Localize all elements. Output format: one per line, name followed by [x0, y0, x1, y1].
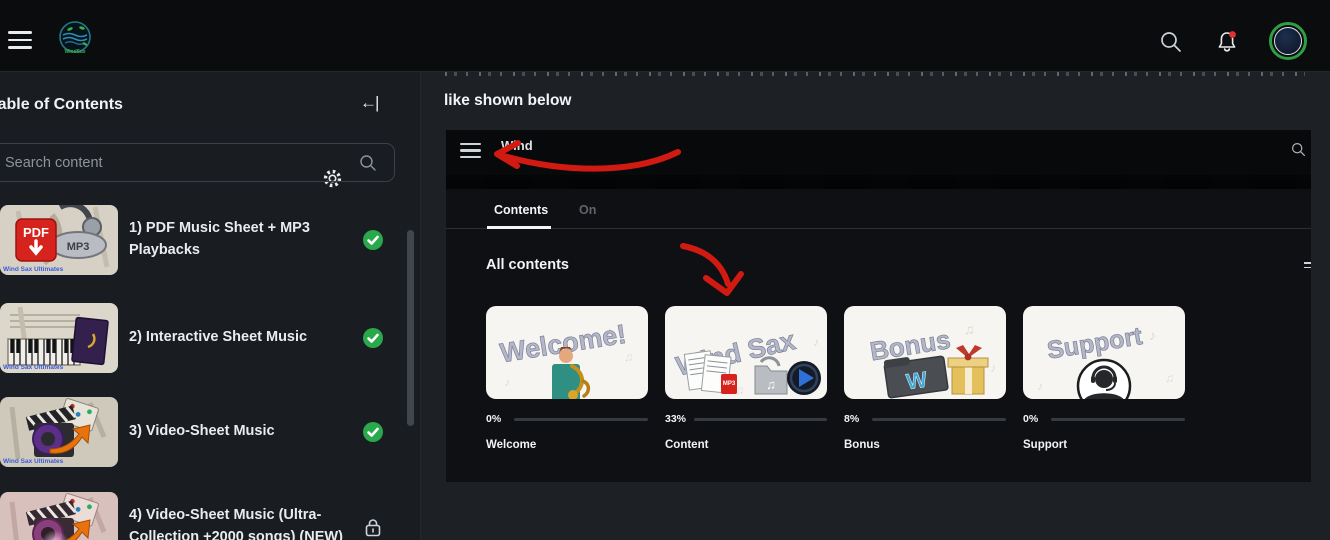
app-logo[interactable]: WindSax [56, 19, 94, 57]
toc-item-label: 2) Interactive Sheet Music [129, 327, 357, 349]
search-input[interactable] [0, 143, 395, 182]
screenshot-search-icon [1291, 142, 1306, 157]
locked-lock-icon [363, 517, 383, 537]
page: WindSax Table of Contents ←| [0, 0, 1330, 540]
clipped-text-line [445, 72, 1305, 76]
svg-text:♪: ♪ [1149, 327, 1156, 343]
svg-text:W: W [905, 367, 929, 395]
toc-item-thumbnail: Wind Sax Ultimates [0, 492, 118, 540]
completed-check-icon [363, 422, 383, 442]
toc-item-label: 3) Video-Sheet Music [129, 421, 357, 443]
toc-item-video-sheet-ultra[interactable]: Wind Sax Ultimates 4) Video-Sheet Music … [0, 492, 395, 540]
svg-text:♫: ♫ [624, 350, 633, 364]
progress-bonus: 8% [844, 413, 1006, 425]
screenshot-menu-icon [460, 143, 481, 158]
progress-percent: 33% [665, 413, 686, 425]
embedded-screenshot: Wind Contents On All contents ♪ ♫ ♪ Welcom… [446, 130, 1311, 482]
menu-icon[interactable] [8, 31, 32, 49]
svg-text:MP3: MP3 [723, 381, 736, 387]
screenshot-card-bonus: ♫♪ Bonus W [844, 306, 1006, 399]
screenshot-navbar: Wind [446, 130, 1311, 175]
screenshot-tab-contents: Contents [494, 203, 548, 217]
progress-track [872, 418, 1006, 421]
card-label-content: Content [665, 439, 708, 451]
lesson-content-area: like shown below Wind Contents On All co… [420, 72, 1330, 540]
svg-text:♫: ♫ [964, 321, 975, 337]
completed-check-icon [363, 230, 383, 250]
progress-welcome: 0% [486, 413, 648, 425]
sidebar-scrollbar[interactable] [407, 230, 414, 426]
progress-support: 0% [1023, 413, 1185, 425]
toc-item-label: 1) PDF Music Sheet + MP3 Playbacks [129, 218, 357, 262]
toc-item-thumbnail: MP3 PDF Wind Sax Ultimates [0, 205, 118, 275]
table-of-contents-panel: Table of Contents ←| MP3 [0, 72, 420, 540]
screenshot-card-welcome: ♪♫♪ Welcome! [486, 306, 648, 399]
progress-content: 33% [665, 413, 827, 425]
svg-text:♫: ♫ [1165, 371, 1174, 385]
screenshot-filter-icon [1304, 262, 1311, 271]
svg-text:Support: Support [1045, 322, 1145, 365]
svg-text:♪: ♪ [813, 335, 819, 349]
top-navbar: WindSax [0, 0, 1330, 72]
notifications-bell-icon[interactable] [1214, 29, 1240, 55]
completed-check-icon [363, 328, 383, 348]
screenshot-section-heading: All contents [486, 257, 569, 273]
screenshot-card-support: ♪ ♫ ♪ Support [1023, 306, 1185, 399]
screenshot-tab-bar: Contents On [446, 189, 1311, 229]
toc-item-thumbnail: Wind Sax Ultimates [0, 303, 118, 373]
screenshot-card-content: ♫♪ Wind Sax MP3 ♫ [665, 306, 827, 399]
progress-percent: 8% [844, 413, 864, 425]
svg-text:Wind Sax Ultimates: Wind Sax Ultimates [3, 458, 64, 465]
progress-track [1051, 418, 1185, 421]
panel-title: Table of Contents [0, 96, 123, 114]
toc-item-label: 4) Video-Sheet Music (Ultra-Collection +… [129, 505, 357, 540]
toc-item-video-sheet[interactable]: Wind Sax Ultimates 3) Video-Sheet Music [0, 397, 395, 467]
screenshot-title: Wind [501, 138, 533, 153]
card-label-welcome: Welcome [486, 439, 536, 451]
card-label-support: Support [1023, 439, 1067, 451]
svg-text:♪: ♪ [990, 361, 996, 375]
progress-track [514, 418, 648, 421]
screenshot-tab-on: On [579, 203, 596, 217]
notification-dot [1229, 31, 1236, 38]
card-label-bonus: Bonus [844, 439, 880, 451]
toc-item-thumbnail: Wind Sax Ultimates [0, 397, 118, 467]
svg-text:♫: ♫ [766, 377, 776, 392]
progress-percent: 0% [486, 413, 506, 425]
instruction-text: like shown below [444, 92, 571, 110]
user-avatar[interactable] [1269, 22, 1307, 60]
progress-percent: 0% [1023, 413, 1043, 425]
svg-text:♪: ♪ [1037, 379, 1043, 393]
collapse-panel-icon[interactable]: ←| [360, 93, 377, 113]
svg-text:MP3: MP3 [67, 241, 90, 253]
toc-item-interactive-sheet[interactable]: Wind Sax Ultimates 2) Interactive Sheet … [0, 303, 395, 373]
progress-track [694, 418, 827, 421]
avatar-image [1274, 27, 1302, 55]
search-icon[interactable] [1158, 29, 1184, 55]
search-field-icon[interactable] [359, 154, 377, 172]
toc-item-pdf-music-sheet[interactable]: MP3 PDF Wind Sax Ultimates 1) PDF Music … [0, 205, 395, 275]
svg-text:Wind Sax Ultimates: Wind Sax Ultimates [3, 266, 64, 273]
svg-text:PDF: PDF [23, 225, 49, 240]
svg-text:♪: ♪ [504, 375, 510, 389]
screenshot-banner-strip [446, 175, 1311, 189]
svg-text:WindSax: WindSax [64, 49, 85, 55]
svg-text:Wind Sax Ultimates: Wind Sax Ultimates [3, 364, 64, 371]
